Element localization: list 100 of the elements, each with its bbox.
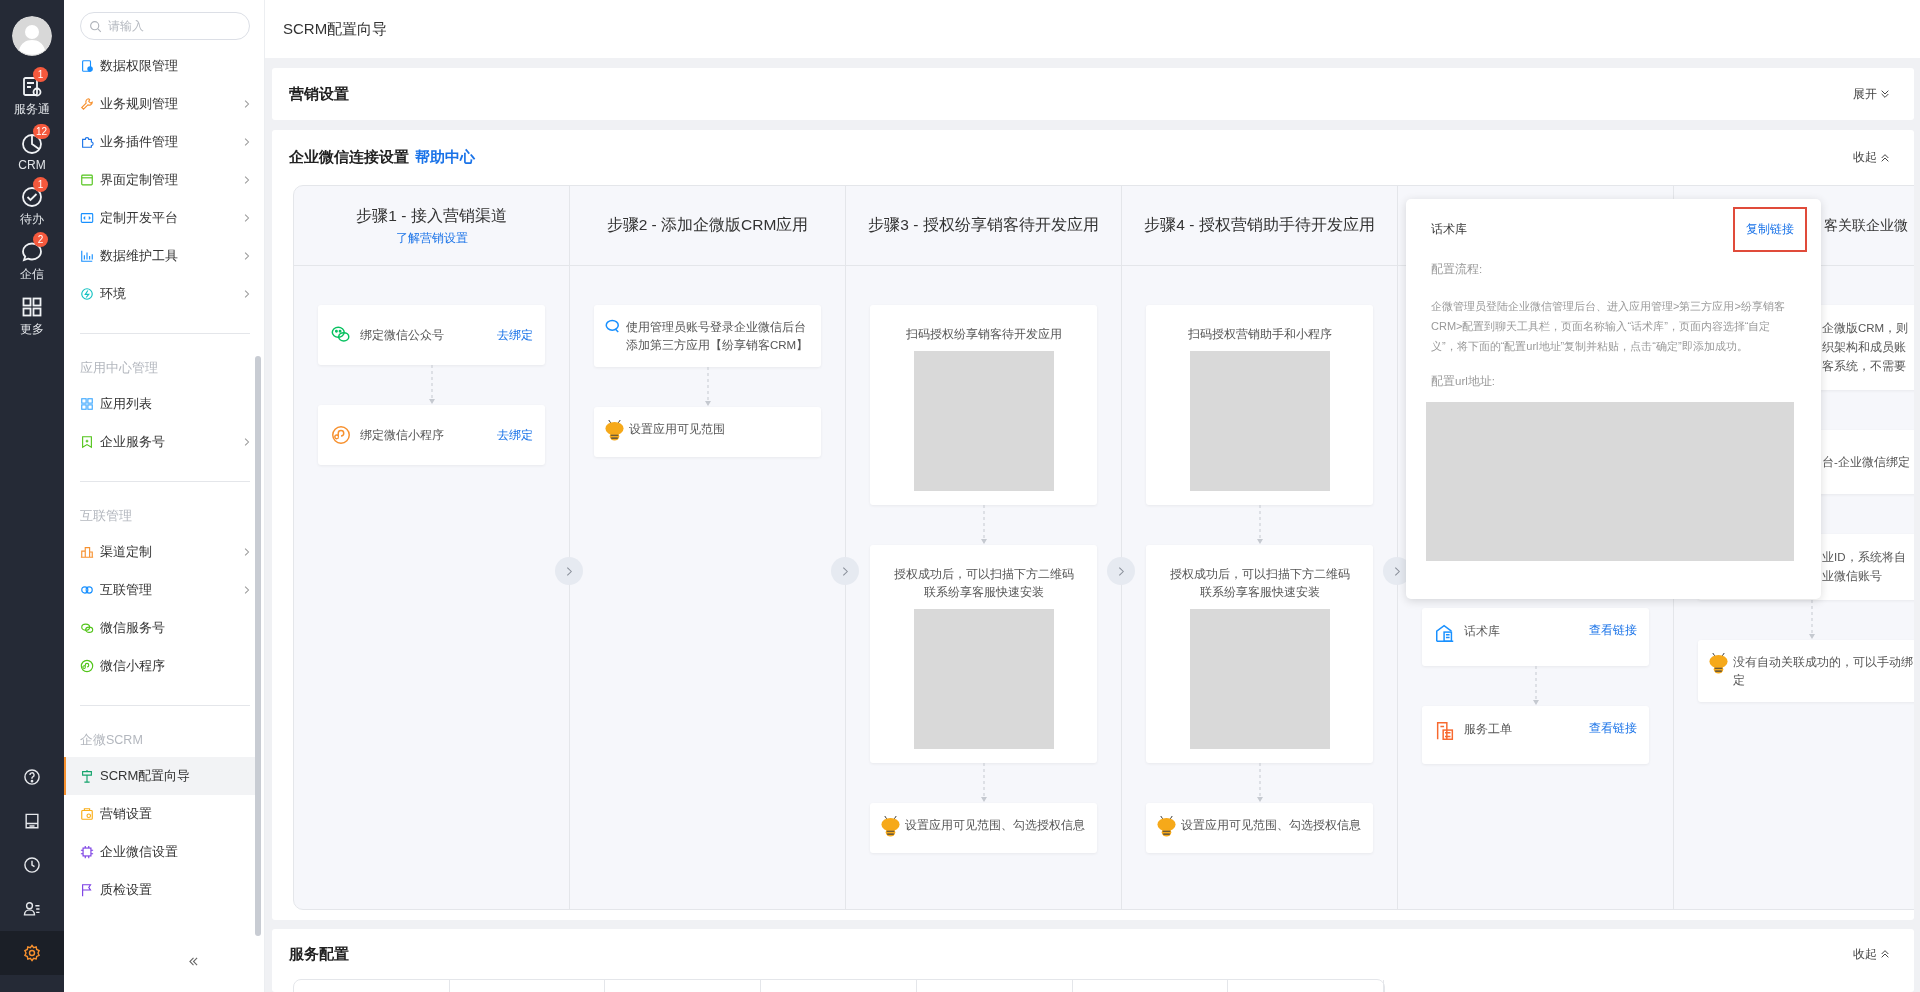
card-link[interactable]: 去绑定 (497, 326, 533, 344)
inbox-icon (22, 811, 42, 831)
step-title: 步骤1 - 接入营销渠道 (356, 205, 507, 226)
section-title: 企业微信连接设置 (289, 148, 409, 167)
arrow-connector (1255, 763, 1264, 803)
wrench-icon (80, 97, 94, 111)
clock-icon (22, 855, 42, 875)
toggle-button[interactable]: 展开 (1853, 85, 1890, 103)
bee-icon (604, 419, 625, 442)
card-text: 联系纷享客服快速安装 (923, 584, 1044, 601)
rail-nav-item[interactable]: 1 待办 (0, 179, 64, 234)
menu-item[interactable]: 微信服务号 (64, 609, 264, 647)
link-icon (330, 424, 352, 446)
menu-item[interactable]: 数据维护工具 (64, 237, 264, 275)
search-icon (89, 20, 102, 33)
card-text: 授权成功后，可以扫描下方二维码 (893, 566, 1074, 583)
chat-icon (604, 317, 622, 335)
group-label: 互联管理 (79, 508, 133, 525)
help-icon (22, 767, 42, 787)
menu-item[interactable]: 定制开发平台 (64, 199, 264, 237)
rail-nav-item[interactable]: 1 服务通 (0, 69, 64, 124)
help-link[interactable]: 帮助中心 (415, 148, 475, 167)
group-label: 应用中心管理 (79, 360, 159, 377)
settings-icon (22, 943, 42, 963)
menu-item[interactable]: 企业服务号 (64, 423, 264, 461)
toggle-button[interactable]: 收起 (1853, 945, 1890, 963)
count-badge: 1 (33, 67, 48, 82)
step-link[interactable]: 了解营销设置 (395, 230, 468, 246)
chat-icon (80, 621, 94, 635)
menu-item[interactable]: 应用列表 (64, 385, 264, 423)
avatar[interactable] (12, 16, 52, 56)
signpost-icon (80, 769, 94, 783)
menu-item[interactable]: 业务插件管理 (64, 123, 264, 161)
rings-icon (80, 583, 94, 597)
card-text: 台-企业微信绑定 (1822, 454, 1911, 470)
card-text: 织架构和成员账 (1822, 340, 1907, 355)
card-link[interactable]: 去绑定 (497, 426, 533, 444)
card-link[interactable]: 查看链接 (1589, 720, 1637, 737)
card-text: 企微版CRM，则 (1822, 321, 1910, 336)
card-text: 客系统，不需要 (1822, 359, 1907, 374)
card-text: 没有自动关联成功的，可以手动绑定 (1733, 655, 1914, 688)
bar-chart-icon (80, 249, 94, 263)
count-badge: 12 (33, 123, 51, 139)
bee-icon (880, 815, 901, 838)
bee-icon (1708, 652, 1729, 675)
menu-item[interactable]: 营销设置 (64, 795, 264, 833)
menu-item[interactable]: 微信小程序 (64, 647, 264, 685)
menu-item[interactable]: 数据权限管理 (64, 47, 264, 85)
process-label: 配置流程: (1431, 262, 1484, 277)
step-title: 步骤3 - 授权纷享销客待开发应用 (868, 215, 1099, 235)
menu-item[interactable]: SCRM配置向导 (64, 757, 256, 795)
double-chevron-down-icon (1880, 89, 1890, 99)
double-chevron-left-icon (188, 957, 199, 966)
section-title: 营销设置 (289, 84, 349, 104)
card-text: 使用管理员账号登录企业微信后台添加第三方应用【纷享销客CRM】 (626, 320, 810, 353)
document-icon (1434, 720, 1456, 742)
chevron-right-icon (841, 565, 849, 577)
count-badge: 2 (33, 232, 48, 247)
popover-title: 话术库 (1431, 220, 1467, 238)
card-text: 绑定微信公众号 (360, 327, 445, 344)
card-text: 授权成功后，可以扫描下方二维码 (1169, 566, 1350, 583)
search-field[interactable]: 请输入 (80, 12, 250, 40)
card-text: 设置应用可见范围、勾选授权信息 (1181, 818, 1362, 833)
building-icon (80, 545, 94, 559)
arrow-connector (1531, 666, 1540, 706)
count-badge: 1 (33, 177, 48, 192)
group-label: 企微SCRM (79, 732, 144, 749)
rail-nav-item[interactable]: 更多 (0, 289, 64, 344)
toggle-button[interactable]: 收起 (1853, 149, 1890, 166)
arrow-connector (979, 763, 988, 803)
rail-nav-item[interactable]: 12 CRM (0, 124, 64, 179)
menu-item[interactable]: 环境 (64, 275, 264, 313)
settings-button[interactable] (0, 931, 64, 975)
contacts-icon (22, 899, 42, 919)
arrow-connector (703, 367, 712, 407)
menu-item[interactable]: 互联管理 (64, 571, 264, 609)
menu-item[interactable]: 企业微信设置 (64, 833, 264, 871)
copy-link[interactable]: 复制链接 (1733, 206, 1807, 252)
code-icon (80, 211, 94, 225)
menu-item[interactable]: 渠道定制 (64, 533, 264, 571)
step-title: 步骤4 - 授权营销助手待开发应用 (1144, 215, 1375, 235)
card-text: 设置应用可见范围 (629, 422, 726, 437)
grid-icon (20, 295, 44, 319)
step-title: 步骤2 - 添加企微版CRM应用 (606, 215, 809, 235)
flag-icon (80, 883, 94, 897)
menu-item[interactable]: 界面定制管理 (64, 161, 264, 199)
chevron-right-icon (1117, 565, 1125, 577)
menu-item[interactable]: 业务规则管理 (64, 85, 264, 123)
menu-item[interactable]: 质检设置 (64, 871, 264, 909)
house-icon (1434, 622, 1456, 644)
card-text: 服务工单 (1464, 721, 1513, 738)
grid-icon (80, 397, 94, 411)
card-text: 业ID，系统将自 (1822, 550, 1907, 565)
scrollbar[interactable] (255, 356, 261, 936)
rail-nav-item[interactable]: 2 企信 (0, 234, 64, 289)
card-link[interactable]: 查看链接 (1589, 622, 1637, 639)
arrow-connector (979, 505, 988, 545)
card-text: 话术库 (1464, 623, 1501, 640)
card-text: 扫码授权纷享销客待开发应用 (905, 326, 1062, 343)
briefcase-icon (80, 807, 94, 821)
